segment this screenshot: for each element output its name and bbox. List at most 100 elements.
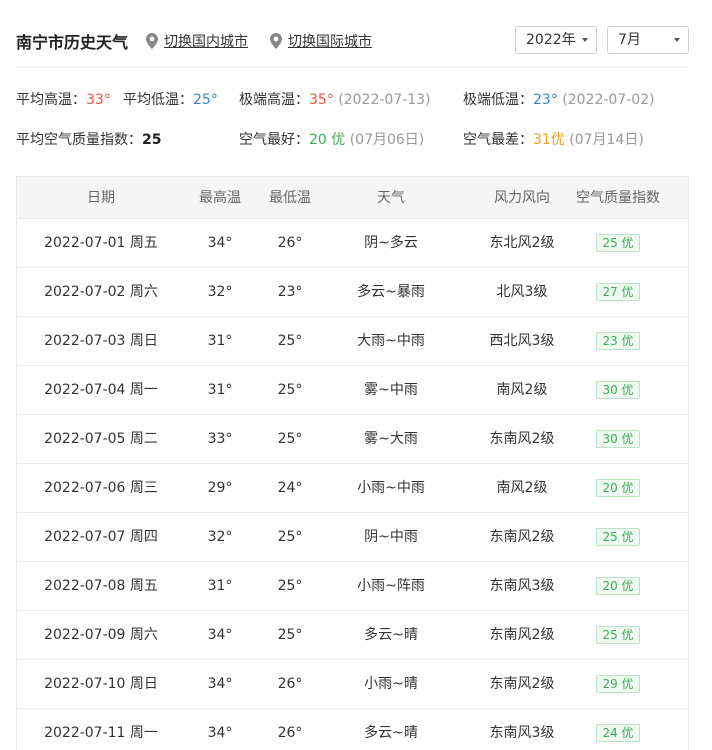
header-weather: 天气 xyxy=(377,190,405,206)
header-high-temp: 最高温 xyxy=(199,190,241,206)
high-temp-cell: 32° xyxy=(207,284,233,300)
worst-air-stat: 空气最差：31优 (07月14日) xyxy=(463,129,644,149)
worst-air-label: 空气最差： xyxy=(463,132,533,148)
extreme-high-date: (2022-07-13) xyxy=(338,92,431,108)
aqi-cell: 25 优 xyxy=(572,219,664,267)
year-select-value: 2022年 xyxy=(526,32,576,48)
aqi-cell: 24 优 xyxy=(572,709,664,750)
high-temp-cell: 34° xyxy=(207,725,233,741)
date-cell: 2022-07-02 周六 xyxy=(44,284,158,300)
avg-high-value: 33° xyxy=(86,92,111,108)
switch-international-city-link[interactable]: 切换国际城市 xyxy=(270,31,372,51)
low-temp-cell: 26° xyxy=(277,676,303,692)
date-cell: 2022-07-07 周四 xyxy=(44,529,158,545)
aqi-badge: 20 优 xyxy=(596,577,640,595)
weather-cell: 小雨~阵雨 xyxy=(357,578,425,594)
high-temp-cell: 32° xyxy=(207,529,233,545)
switch-domestic-city-label[interactable]: 切换国内城市 xyxy=(164,31,248,51)
avg-low-label: 平均低温： xyxy=(123,92,193,108)
table-row: 2022-07-09 周六 34° 25° 多云~晴 东南风2级 25 优 xyxy=(17,611,688,660)
aqi-badge: 25 优 xyxy=(596,626,640,644)
date-cell: 2022-07-06 周三 xyxy=(44,480,158,496)
caret-down-icon xyxy=(582,38,588,42)
date-cell: 2022-07-10 周日 xyxy=(44,676,158,692)
aqi-badge: 29 优 xyxy=(596,675,640,693)
table-row: 2022-07-06 周三 29° 24° 小雨~中雨 南风2级 20 优 xyxy=(17,464,688,513)
header-date: 日期 xyxy=(87,190,115,206)
avg-aqi-stat: 平均空气质量指数：25 xyxy=(16,129,161,149)
low-temp-cell: 26° xyxy=(277,725,303,741)
high-temp-cell: 34° xyxy=(207,676,233,692)
weather-cell: 阴~中雨 xyxy=(364,529,418,545)
aqi-badge: 23 优 xyxy=(596,332,640,350)
weather-cell: 多云~晴 xyxy=(364,627,418,643)
date-cell: 2022-07-03 周日 xyxy=(44,333,158,349)
month-select-value: 7月 xyxy=(618,32,641,48)
caret-down-icon xyxy=(674,38,680,42)
aqi-cell: 20 优 xyxy=(572,562,664,610)
extreme-low-date: (2022-07-02) xyxy=(562,92,655,108)
wind-cell: 东南风2级 xyxy=(489,627,555,643)
best-air-date: (07月06日) xyxy=(349,132,425,148)
header-divider xyxy=(16,67,689,68)
best-air-value: 20 优 xyxy=(309,132,346,148)
extreme-low-stat: 极端低温：23° (2022-07-02) xyxy=(463,89,655,109)
aqi-badge: 24 优 xyxy=(596,724,640,742)
extreme-high-stat: 极端高温：35° (2022-07-13) xyxy=(239,89,431,109)
aqi-cell: 20 优 xyxy=(572,464,664,512)
wind-cell: 东北风2级 xyxy=(489,235,555,251)
table-row: 2022-07-03 周日 31° 25° 大雨~中雨 西北风3级 23 优 xyxy=(17,317,688,366)
worst-air-date: (07月14日) xyxy=(569,132,644,148)
weather-cell: 小雨~晴 xyxy=(364,676,418,692)
header-wind: 风力风向 xyxy=(494,190,550,206)
wind-cell: 东南风2级 xyxy=(489,529,555,545)
header-aqi: 空气质量指数 xyxy=(576,190,660,206)
low-temp-cell: 25° xyxy=(277,578,303,594)
best-air-stat: 空气最好：20 优 (07月06日) xyxy=(239,129,424,149)
wind-cell: 东南风3级 xyxy=(489,578,555,594)
switch-domestic-city-link[interactable]: 切换国内城市 xyxy=(146,31,248,51)
avg-high-label: 平均高温： xyxy=(16,92,86,108)
map-pin-icon xyxy=(270,33,282,49)
avg-aqi-label: 平均空气质量指数： xyxy=(16,132,142,148)
switch-international-city-label[interactable]: 切换国际城市 xyxy=(288,31,372,51)
aqi-badge: 25 优 xyxy=(596,528,640,546)
worst-air-value: 31优 xyxy=(533,132,565,148)
aqi-cell: 23 优 xyxy=(572,317,664,365)
avg-aqi-value: 25 xyxy=(142,132,162,148)
extreme-low-value: 23° xyxy=(533,92,558,108)
date-cell: 2022-07-01 周五 xyxy=(44,235,158,251)
aqi-cell: 30 优 xyxy=(572,366,664,414)
low-temp-cell: 25° xyxy=(277,627,303,643)
wind-cell: 西北风3级 xyxy=(489,333,555,349)
extreme-high-value: 35° xyxy=(309,92,334,108)
page-header: 南宁市历史天气 切换国内城市 切换国际城市 2022年 7月 xyxy=(0,0,712,70)
table-row: 2022-07-02 周六 32° 23° 多云~暴雨 北风3级 27 优 xyxy=(17,268,688,317)
avg-high-stat: 平均高温：33° xyxy=(16,89,111,109)
aqi-badge: 30 优 xyxy=(596,430,640,448)
map-pin-icon xyxy=(146,33,158,49)
wind-cell: 东南风2级 xyxy=(489,676,555,692)
history-weather-table: 日期 最高温 最低温 天气 风力风向 空气质量指数 2022-07-01 周五 3… xyxy=(16,176,689,750)
date-cell: 2022-07-09 周六 xyxy=(44,627,158,643)
date-cell: 2022-07-05 周二 xyxy=(44,431,158,447)
extreme-low-label: 极端低温： xyxy=(463,92,533,108)
weather-cell: 雾~中雨 xyxy=(364,382,418,398)
high-temp-cell: 31° xyxy=(207,333,233,349)
table-row: 2022-07-04 周一 31° 25° 雾~中雨 南风2级 30 优 xyxy=(17,366,688,415)
aqi-cell: 25 优 xyxy=(572,611,664,659)
avg-low-value: 25° xyxy=(193,92,218,108)
year-select[interactable]: 2022年 xyxy=(515,26,597,54)
weather-cell: 阴~多云 xyxy=(364,235,418,251)
wind-cell: 东南风2级 xyxy=(489,431,555,447)
high-temp-cell: 33° xyxy=(207,431,233,447)
aqi-cell: 25 优 xyxy=(572,513,664,561)
weather-cell: 多云~晴 xyxy=(364,725,418,741)
month-select[interactable]: 7月 xyxy=(607,26,689,54)
table-row: 2022-07-08 周五 31° 25° 小雨~阵雨 东南风3级 20 优 xyxy=(17,562,688,611)
aqi-cell: 29 优 xyxy=(572,660,664,708)
low-temp-cell: 26° xyxy=(277,235,303,251)
high-temp-cell: 29° xyxy=(207,480,233,496)
table-row: 2022-07-05 周二 33° 25° 雾~大雨 东南风2级 30 优 xyxy=(17,415,688,464)
table-row: 2022-07-01 周五 34° 26° 阴~多云 东北风2级 25 优 xyxy=(17,219,688,268)
